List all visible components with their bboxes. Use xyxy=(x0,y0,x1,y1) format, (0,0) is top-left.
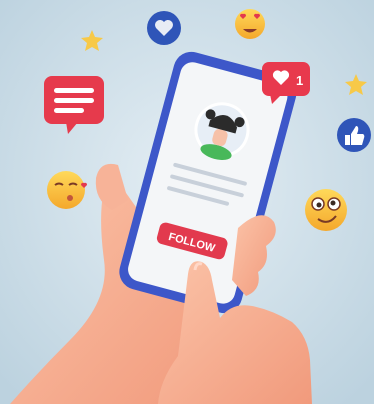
dizzy-emoji-icon xyxy=(305,189,347,231)
thumbs-up-icon xyxy=(337,118,371,152)
heart-icon xyxy=(147,11,181,45)
love-eyes-emoji-icon xyxy=(235,9,265,39)
illustration-canvas: FOLLOW 1 xyxy=(0,0,374,404)
social-media-illustration: FOLLOW 1 xyxy=(0,0,374,404)
like-badge-count: 1 xyxy=(296,73,303,88)
